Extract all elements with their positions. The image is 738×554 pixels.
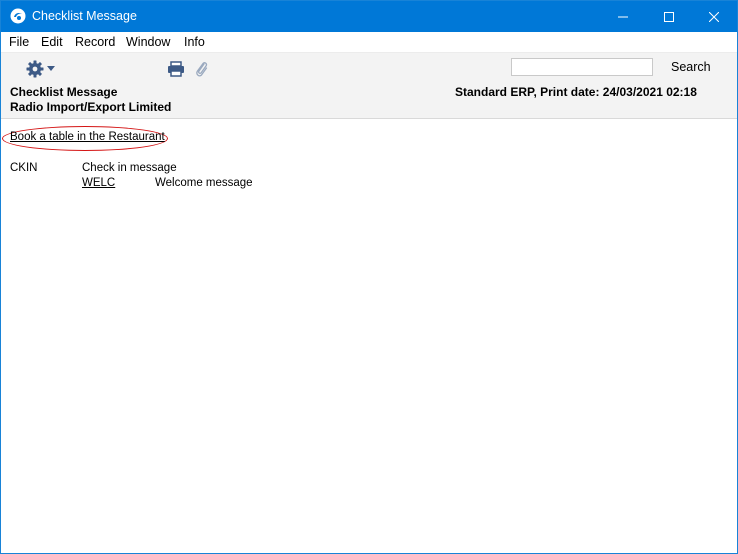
window-title: Checklist Message [32,9,137,23]
search-input[interactable] [511,58,653,76]
row-description: Check in message [82,162,177,174]
maximize-icon [664,11,674,22]
menu-window[interactable]: Window [126,35,170,49]
row-description: Welcome message [155,177,253,189]
close-button[interactable] [691,1,737,32]
checklist-message-window: Checklist Message File Edit Record Windo… [0,0,738,554]
menu-file[interactable]: File [9,35,29,49]
print-date-info: Standard ERP, Print date: 24/03/2021 02:… [455,85,697,99]
menu-edit[interactable]: Edit [41,35,63,49]
book-table-link[interactable]: Book a table in the Restaurant [10,131,165,143]
minimize-button[interactable] [600,1,646,32]
maximize-button[interactable] [646,1,692,32]
toolbar: Search [1,52,737,83]
report-content: Book a table in the Restaurant CKIN Chec… [1,119,737,553]
chevron-down-icon[interactable] [47,66,55,71]
app-logo-icon [10,8,26,24]
company-name: Radio Import/Export Limited [10,100,172,114]
row-code: CKIN [10,162,38,174]
print-icon[interactable] [167,61,185,77]
paperclip-icon[interactable] [195,60,209,78]
minimize-icon [618,16,628,17]
menu-info[interactable]: Info [184,35,205,49]
report-title: Checklist Message [10,85,118,99]
row-code-link[interactable]: WELC [82,177,115,189]
menu-bar: File Edit Record Window Info [1,32,737,52]
report-header: Checklist Message Radio Import/Export Li… [1,83,737,119]
close-icon [709,11,719,22]
gear-icon[interactable] [26,60,44,78]
menu-record[interactable]: Record [75,35,115,49]
title-bar[interactable]: Checklist Message [1,1,737,32]
search-button[interactable]: Search [671,60,711,74]
